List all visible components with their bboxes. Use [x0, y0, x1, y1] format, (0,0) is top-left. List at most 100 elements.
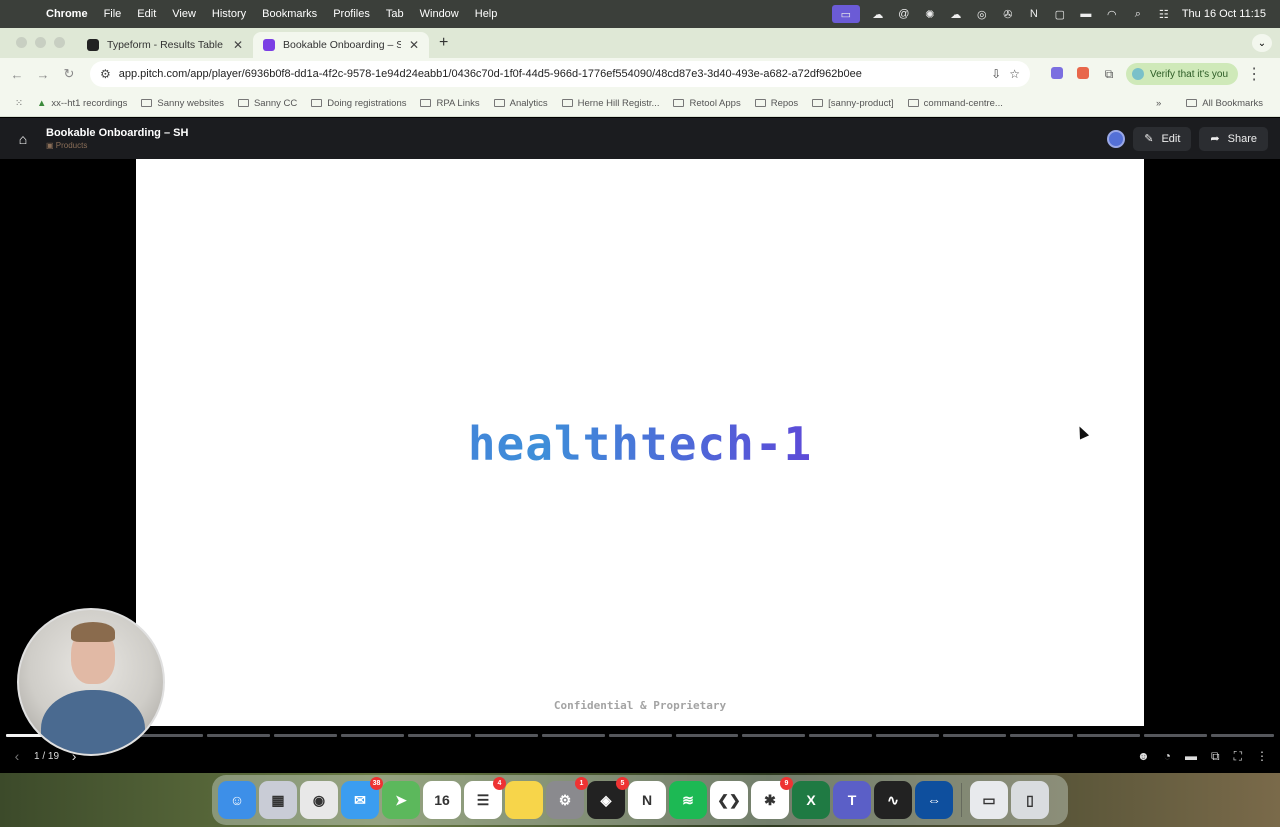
screen-record-icon[interactable]: ▭: [831, 5, 860, 23]
downloads-icon[interactable]: ▭: [970, 781, 1008, 819]
progress-segment[interactable]: [876, 734, 940, 737]
address-bar[interactable]: ⚙ app.pitch.com/app/player/6936b0f8-dd1a…: [90, 61, 1030, 87]
back-button[interactable]: ←: [4, 67, 30, 82]
menu-help[interactable]: Help: [467, 8, 506, 20]
bookmark-folder-repos[interactable]: Repos: [748, 98, 805, 109]
progress-segment[interactable]: [943, 734, 1007, 737]
close-tab-icon[interactable]: ✕: [409, 38, 419, 52]
more-options-icon[interactable]: ⋮: [1256, 749, 1268, 763]
bookmark-folder-retool[interactable]: Retool Apps: [666, 98, 747, 109]
tab-search-chevron-icon[interactable]: ⌄: [1252, 34, 1272, 52]
linear-icon[interactable]: ◈ 5: [587, 777, 629, 819]
picture-in-picture-icon[interactable]: ⧉: [1211, 749, 1220, 764]
progress-segment[interactable]: [1144, 734, 1208, 737]
progress-segment[interactable]: [273, 734, 337, 737]
chrome-icon[interactable]: ◉: [300, 781, 338, 819]
settings-icon[interactable]: ⚙ 1: [546, 777, 588, 819]
progress-segment[interactable]: [1077, 734, 1141, 737]
extension-purple-icon[interactable]: [1044, 66, 1070, 82]
install-app-icon[interactable]: ⇩: [991, 67, 1001, 81]
verify-identity-button[interactable]: Verify that it's you: [1126, 63, 1239, 85]
progress-segment[interactable]: [675, 734, 739, 737]
at-sign-icon[interactable]: @: [896, 7, 912, 21]
chrome-menu-icon[interactable]: ⋮: [1244, 64, 1264, 84]
site-settings-icon[interactable]: ⚙: [100, 67, 111, 81]
progress-segment[interactable]: [474, 734, 538, 737]
fullscreen-icon[interactable]: ⛶: [1234, 749, 1242, 764]
progress-segment[interactable]: [206, 734, 270, 737]
menu-file[interactable]: File: [96, 8, 130, 20]
cloud-icon[interactable]: ☁: [870, 7, 886, 21]
bookmark-folder-herne-hill[interactable]: Herne Hill Registr...: [555, 98, 667, 109]
creative-cloud-icon[interactable]: ☁: [948, 7, 964, 21]
wifi-icon[interactable]: ◠: [1104, 7, 1120, 21]
menu-tab[interactable]: Tab: [378, 8, 412, 20]
control-center-icon[interactable]: ☷: [1156, 7, 1172, 21]
menu-view[interactable]: View: [164, 8, 204, 20]
slide[interactable]: healthtech-1 Confidential & Proprietary: [136, 159, 1144, 726]
share-button[interactable]: ➦ Share: [1199, 126, 1268, 151]
notion-status-icon[interactable]: N: [1026, 7, 1042, 21]
url-text[interactable]: app.pitch.com/app/player/6936b0f8-dd1a-4…: [119, 68, 983, 80]
menu-edit[interactable]: Edit: [129, 8, 164, 20]
maps-icon[interactable]: ➤: [382, 781, 420, 819]
notion-icon[interactable]: N: [628, 781, 666, 819]
extensions-puzzle-icon[interactable]: ⧉: [1096, 67, 1122, 82]
webcam-bubble[interactable]: [17, 608, 165, 756]
avatar[interactable]: [1107, 129, 1126, 148]
progress-segment[interactable]: [340, 734, 404, 737]
trash-icon[interactable]: ▯: [1011, 781, 1049, 819]
openai-icon[interactable]: ✺: [922, 7, 938, 21]
teamviewer-icon[interactable]: ⇔: [915, 781, 953, 819]
edit-button[interactable]: ✎ Edit: [1133, 126, 1192, 151]
bookmark-folder-rpa[interactable]: RPA Links: [413, 98, 486, 109]
progress-segment[interactable]: [407, 734, 471, 737]
bookmark-folder-sanny-product[interactable]: [sanny-product]: [805, 98, 900, 109]
progress-segment[interactable]: [809, 734, 873, 737]
menu-history[interactable]: History: [204, 8, 254, 20]
slack-icon[interactable]: ✱ 9: [751, 777, 793, 819]
finder-icon[interactable]: ☺: [218, 781, 256, 819]
progress-segment[interactable]: [742, 734, 806, 737]
menu-profiles[interactable]: Profiles: [325, 8, 378, 20]
presenter-notes-icon[interactable]: ▬: [1185, 749, 1197, 763]
progress-segment[interactable]: [541, 734, 605, 737]
tab-bookable-onboarding[interactable]: Bookable Onboarding – SH ✕: [253, 32, 429, 58]
search-icon[interactable]: ⌕: [1130, 7, 1146, 21]
close-tab-icon[interactable]: ✕: [233, 38, 243, 52]
notes-icon[interactable]: [505, 781, 543, 819]
apps-grid-icon[interactable]: ⁙: [8, 98, 30, 109]
all-bookmarks[interactable]: All Bookmarks: [1179, 98, 1270, 109]
app-status-icon[interactable]: ◎: [974, 7, 990, 21]
bookmark-folder-command-centre[interactable]: command-centre...: [901, 98, 1010, 109]
extension-orange-icon[interactable]: [1070, 66, 1096, 82]
menu-clock[interactable]: Thu 16 Oct 11:15: [1182, 8, 1266, 20]
bookmark-folder-cc[interactable]: Sanny CC: [231, 98, 304, 109]
bookmark-star-icon[interactable]: ☆: [1009, 67, 1020, 81]
more-bookmarks-chevron-icon[interactable]: »: [1156, 98, 1161, 109]
audio-icon[interactable]: ∿: [874, 781, 912, 819]
forward-button[interactable]: →: [30, 67, 56, 82]
menu-app-name[interactable]: Chrome: [38, 8, 96, 20]
bookmark-folder-registrations[interactable]: Doing registrations: [304, 98, 413, 109]
progress-segment[interactable]: [608, 734, 672, 737]
tab-typeform[interactable]: Typeform - Results Table ✕: [77, 32, 253, 58]
reminders-icon[interactable]: ☰ 4: [464, 777, 506, 819]
progress-segment[interactable]: [139, 734, 203, 737]
menu-window[interactable]: Window: [412, 8, 467, 20]
progress-segment[interactable]: [1211, 734, 1275, 737]
spotify-icon[interactable]: ≋: [669, 781, 707, 819]
reactions-icon[interactable]: ☻: [1137, 749, 1150, 763]
window-icon[interactable]: ▢: [1052, 7, 1068, 21]
bug-icon[interactable]: ✇: [1000, 7, 1016, 21]
vscode-icon[interactable]: ❮❯: [710, 781, 748, 819]
menu-bookmarks[interactable]: Bookmarks: [254, 8, 325, 20]
calendar-icon[interactable]: 16: [423, 781, 461, 819]
close-window-button[interactable]: [16, 37, 27, 48]
excel-icon[interactable]: X: [792, 781, 830, 819]
bookmark-recordings[interactable]: ▲ xx--ht1 recordings: [30, 98, 134, 109]
bookmark-folder-websites[interactable]: Sanny websites: [134, 98, 231, 109]
home-icon[interactable]: ⌂: [0, 131, 46, 147]
progress-segment[interactable]: [1010, 734, 1074, 737]
slide-progress-bar[interactable]: [6, 734, 1275, 738]
